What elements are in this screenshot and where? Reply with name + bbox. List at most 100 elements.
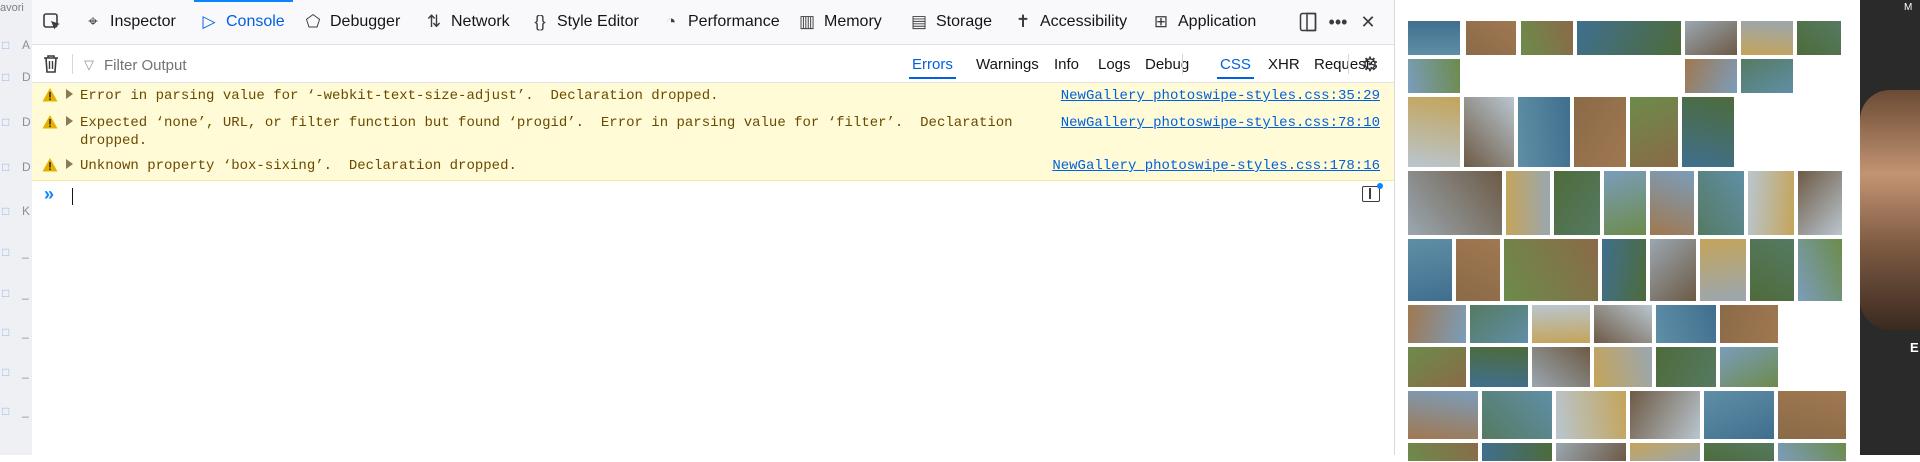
gallery-thumbnail[interactable] — [1629, 96, 1679, 168]
gallery-thumbnail[interactable] — [1777, 442, 1847, 462]
gallery-thumbnail[interactable] — [1719, 346, 1779, 388]
expand-arrow-icon[interactable] — [66, 159, 73, 169]
gallery-thumbnail[interactable] — [1655, 346, 1717, 388]
performance-icon: ◔ — [665, 12, 677, 31]
gallery-thumbnail[interactable] — [1517, 96, 1571, 168]
gallery-thumbnail[interactable] — [1407, 170, 1503, 236]
gallery-thumbnail[interactable] — [1601, 238, 1647, 302]
gallery-thumbnail[interactable] — [1407, 20, 1461, 56]
clear-console-icon[interactable] — [42, 54, 60, 74]
filter-errors-button[interactable]: Errors — [906, 53, 959, 79]
gallery-thumbnail[interactable] — [1407, 442, 1479, 462]
gallery-thumbnail[interactable] — [1740, 20, 1794, 56]
tab-label: Inspector — [110, 13, 176, 30]
gallery-thumbnail[interactable] — [1481, 390, 1553, 440]
gallery-thumbnail[interactable] — [1593, 304, 1653, 344]
tab-network[interactable]: ⇅ Network — [423, 0, 510, 44]
gallery-thumbnail[interactable] — [1531, 304, 1591, 344]
gallery-thumbnail[interactable] — [1455, 238, 1501, 302]
gallery-thumbnail[interactable] — [1407, 346, 1467, 388]
gallery-thumbnail[interactable] — [1684, 20, 1738, 56]
tab-storage[interactable]: ▤ Storage — [908, 0, 992, 44]
gallery-thumbnail[interactable] — [1797, 238, 1843, 302]
gallery-thumbnail[interactable] — [1407, 96, 1461, 168]
close-icon[interactable]: ✕ — [1354, 0, 1382, 44]
pick-element-icon[interactable] — [38, 0, 66, 44]
gallery-thumbnail[interactable] — [1407, 58, 1461, 94]
gallery-thumbnail[interactable] — [1703, 390, 1775, 440]
gallery-thumbnail[interactable] — [1503, 238, 1599, 302]
sidebar-item-icon: □ — [2, 365, 10, 379]
expand-arrow-icon[interactable] — [66, 116, 73, 126]
filter-info-button[interactable]: Info — [1048, 53, 1085, 76]
message-source-link[interactable]: NewGallery_photoswipe-styles.css:78:10 — [1061, 114, 1380, 132]
tab-application[interactable]: ⊞ Application — [1150, 0, 1256, 44]
filter-xhr-button[interactable]: XHR — [1262, 53, 1306, 76]
gallery-thumbnail[interactable] — [1703, 442, 1775, 462]
gallery-thumbnail[interactable] — [1465, 20, 1517, 56]
filter-logs-button[interactable]: Logs — [1092, 53, 1137, 76]
gallery-thumbnail[interactable] — [1699, 238, 1747, 302]
gallery-thumbnail[interactable] — [1555, 442, 1627, 462]
gallery-thumbnail[interactable] — [1407, 390, 1479, 440]
expand-arrow-icon[interactable] — [66, 89, 73, 99]
gallery-thumbnail[interactable] — [1505, 170, 1551, 236]
filter-output-input[interactable] — [84, 53, 606, 77]
filter-debug-button[interactable]: Debug — [1139, 53, 1195, 76]
gallery-thumbnail[interactable] — [1681, 96, 1735, 168]
sidebar-item-fragment: _ — [22, 325, 29, 339]
gallery-thumbnail[interactable] — [1649, 170, 1695, 236]
console-warning-message[interactable]: Error in parsing value for ‘-webkit-text… — [32, 83, 1394, 111]
gallery-thumbnail[interactable] — [1531, 346, 1591, 388]
gallery-thumbnail[interactable] — [1520, 20, 1574, 56]
gallery-thumbnail[interactable] — [1573, 96, 1627, 168]
gallery-thumbnail[interactable] — [1469, 304, 1529, 344]
console-warning-message[interactable]: Unknown property ‘box-sixing’. Declarati… — [32, 153, 1394, 181]
console-warning-message[interactable]: Expected ‘none’, URL, or filter function… — [32, 110, 1394, 154]
tab-debugger[interactable]: ⬠ Debugger — [302, 0, 401, 44]
gallery-thumbnail[interactable] — [1629, 390, 1701, 440]
toolbar-separator — [1182, 54, 1183, 74]
message-source-link[interactable]: NewGallery_photoswipe-styles.css:178:16 — [1052, 157, 1380, 175]
gallery-thumbnail[interactable] — [1407, 238, 1453, 302]
tab-inspector[interactable]: ⌖ Inspector — [82, 0, 176, 44]
gallery-thumbnail[interactable] — [1555, 390, 1627, 440]
gallery-thumbnail[interactable] — [1684, 58, 1738, 94]
dock-icon[interactable] — [1294, 0, 1322, 44]
tab-console[interactable]: ▷ Console — [194, 0, 293, 44]
gallery-thumbnail[interactable] — [1649, 238, 1697, 302]
filter-warnings-button[interactable]: Warnings — [970, 53, 1045, 76]
tab-style-editor[interactable]: {} Style Editor — [529, 0, 639, 44]
gallery-thumbnail[interactable] — [1655, 304, 1717, 344]
gallery-thumbnail[interactable] — [1747, 170, 1795, 236]
gallery-thumbnail[interactable] — [1749, 238, 1795, 302]
gallery-thumbnail[interactable] — [1481, 442, 1553, 462]
gallery-thumbnail[interactable] — [1719, 304, 1779, 344]
tab-label: Storage — [936, 13, 993, 30]
gallery-thumbnail[interactable] — [1576, 20, 1682, 56]
gallery-thumbnail[interactable] — [1796, 20, 1842, 56]
more-options-icon[interactable]: ••• — [1324, 0, 1352, 44]
gallery-thumbnail[interactable] — [1797, 170, 1843, 236]
filter-css-button[interactable]: CSS — [1214, 53, 1257, 79]
gallery-thumbnail[interactable] — [1469, 346, 1529, 388]
gallery-thumbnail[interactable] — [1603, 170, 1647, 236]
warning-icon — [42, 157, 58, 173]
gallery-thumbnail[interactable] — [1463, 96, 1515, 168]
gallery-thumbnail[interactable] — [1553, 170, 1601, 236]
gallery-thumbnail[interactable] — [1629, 442, 1701, 462]
tab-performance[interactable]: ◔ Performance — [660, 0, 780, 44]
gallery-thumbnail[interactable] — [1407, 304, 1467, 344]
sidebar-item-icon: □ — [2, 160, 10, 174]
editor-mode-toggle-icon[interactable] — [1362, 183, 1383, 202]
console-settings-gear-icon[interactable]: ⚙ — [1358, 53, 1382, 77]
gallery-thumbnail[interactable] — [1697, 170, 1745, 236]
tab-memory[interactable]: ▥ Memory — [796, 0, 882, 44]
gallery-thumbnail[interactable] — [1777, 390, 1847, 440]
gallery-thumbnail[interactable] — [1593, 346, 1653, 388]
tab-label: Style Editor — [557, 13, 639, 30]
tab-accessibility[interactable]: ✝ Accessibility — [1012, 0, 1127, 44]
console-input-line[interactable]: » — [32, 180, 1394, 210]
gallery-thumbnail[interactable] — [1740, 58, 1794, 94]
message-source-link[interactable]: NewGallery_photoswipe-styles.css:35:29 — [1061, 87, 1380, 105]
